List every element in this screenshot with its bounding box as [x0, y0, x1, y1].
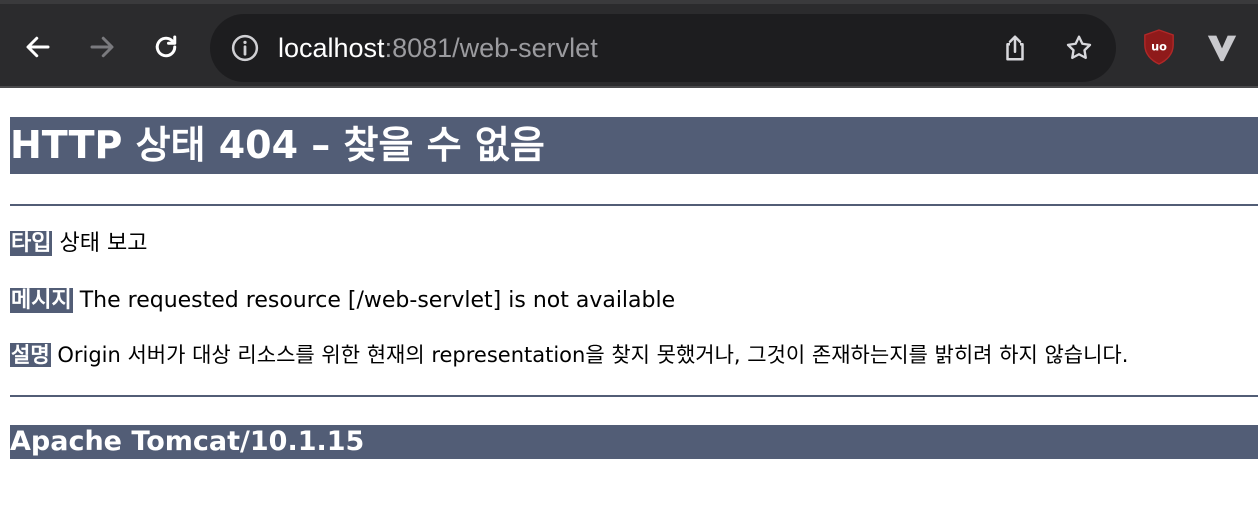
address-bar[interactable]: localhost:8081/web-servlet: [210, 14, 1116, 82]
server-footer: Apache Tomcat/10.1.15: [10, 425, 1258, 459]
type-label: 타입: [10, 231, 53, 256]
divider-bottom: [10, 395, 1258, 397]
message-label: 메시지: [10, 288, 73, 313]
url-host: localhost: [278, 33, 385, 63]
v-logo-icon[interactable]: [1205, 28, 1239, 66]
divider-top: [10, 204, 1258, 206]
message-value: The requested resource [/web-servlet] is…: [79, 288, 676, 313]
reload-button[interactable]: [148, 29, 184, 65]
description-value: Origin 서버가 대상 리소스를 위한 현재의 representation…: [57, 343, 1129, 367]
arrow-left-icon: [26, 36, 50, 58]
message-row: 메시지 The requested resource [/web-servlet…: [10, 287, 675, 315]
reload-icon: [155, 35, 177, 58]
type-value: 상태 보고: [59, 231, 148, 256]
star-icon[interactable]: [1064, 33, 1094, 63]
description-row: 설명 Origin 서버가 대상 리소스를 위한 현재의 representat…: [10, 341, 1128, 369]
back-button[interactable]: [20, 29, 56, 65]
forward-button[interactable]: [84, 29, 120, 65]
info-icon[interactable]: [230, 33, 260, 63]
type-row: 타입 상태 보고: [10, 230, 147, 258]
svg-text:uo: uo: [1151, 40, 1167, 54]
url-text[interactable]: localhost:8081/web-servlet: [278, 33, 598, 63]
description-label: 설명: [10, 343, 51, 367]
page-title: HTTP 상태 404 – 찾을 수 없음: [10, 117, 1258, 174]
arrow-right-icon: [90, 36, 114, 58]
url-path: :8081/web-servlet: [384, 33, 598, 63]
browser-toolbar: localhost:8081/web-servlet uo: [0, 0, 1258, 88]
page-content: HTTP 상태 404 – 찾을 수 없음: [10, 117, 1258, 174]
share-icon[interactable]: [1000, 33, 1030, 63]
ublock-icon[interactable]: uo: [1142, 28, 1176, 66]
